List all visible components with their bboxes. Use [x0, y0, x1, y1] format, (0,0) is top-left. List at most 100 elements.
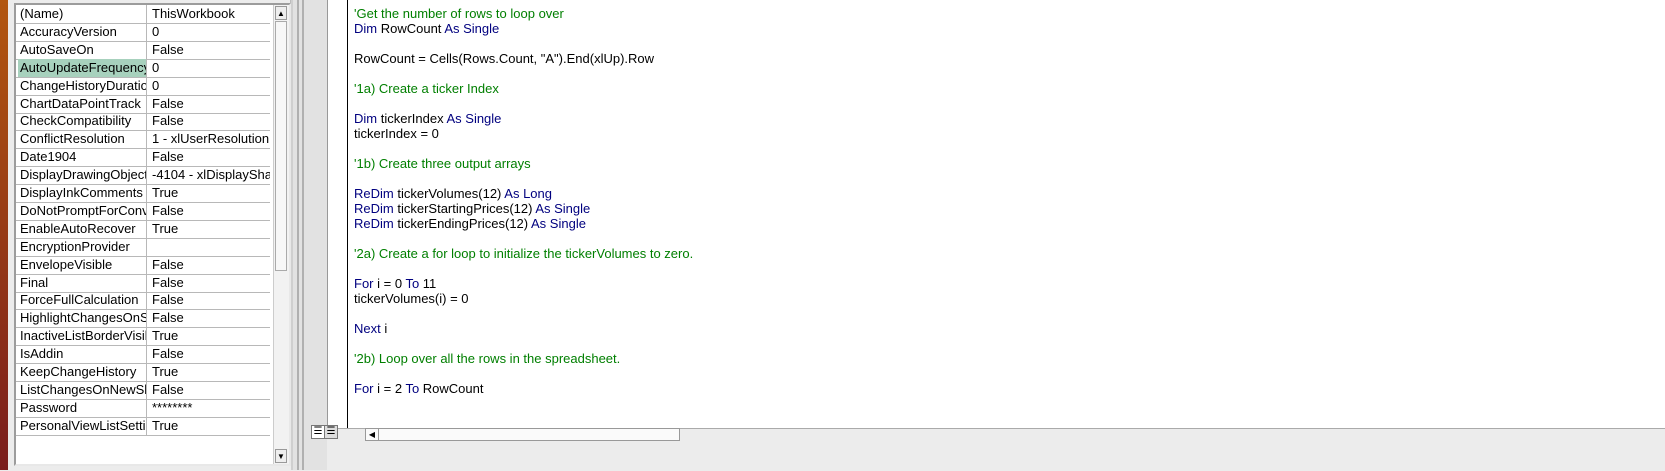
code-line[interactable]: For i = 2 To RowCount — [354, 381, 693, 396]
property-value[interactable]: False — [148, 345, 270, 363]
code-line[interactable] — [354, 66, 693, 81]
property-name[interactable]: ListChangesOnNewSheet — [18, 380, 147, 399]
property-value[interactable]: 1 - xlUserResolution — [148, 130, 270, 148]
scroll-left-arrow-icon[interactable]: ◀ — [366, 429, 379, 440]
property-value[interactable]: False — [148, 274, 270, 292]
code-line[interactable] — [354, 261, 693, 276]
property-row[interactable]: EnvelopeVisible False — [16, 255, 270, 275]
property-name[interactable]: ForceFullCalculation — [18, 291, 147, 310]
code-line[interactable]: ReDim tickerStartingPrices(12) As Single — [354, 201, 693, 216]
code-line[interactable] — [354, 36, 693, 51]
code-editor[interactable]: 'Get the number of rows to loop over Dim … — [327, 0, 1665, 428]
code-line[interactable]: For i = 0 To 11 — [354, 276, 693, 291]
code-text[interactable]: 'Get the number of rows to loop over Dim … — [354, 6, 693, 396]
property-name[interactable]: CheckCompatibility — [18, 112, 147, 131]
property-value[interactable]: True — [148, 220, 270, 238]
property-row[interactable]: EnableAutoRecover True — [16, 219, 270, 239]
property-row[interactable]: ChangeHistoryDuration 0 — [16, 76, 270, 96]
property-row[interactable]: Final False — [16, 273, 270, 293]
code-line[interactable]: '2b) Loop over all the rows in the sprea… — [354, 351, 693, 366]
property-name[interactable]: DisplayDrawingObjects — [18, 166, 147, 185]
property-value[interactable]: False — [148, 309, 270, 327]
code-line[interactable] — [354, 366, 693, 381]
property-name[interactable]: AutoSaveOn — [18, 40, 147, 59]
property-row[interactable]: PersonalViewListSettingsTrue — [16, 416, 270, 436]
property-name[interactable]: HighlightChangesOnScreen — [18, 309, 147, 328]
property-name[interactable]: AutoUpdateFrequency — [18, 58, 147, 77]
full-module-view-icon[interactable]: ☰ — [324, 425, 338, 439]
property-row[interactable]: ForceFullCalculation False — [16, 291, 270, 311]
property-value[interactable]: False — [148, 256, 270, 274]
horizontal-scrollbar[interactable]: ◀ — [365, 428, 680, 441]
property-value[interactable]: False — [148, 41, 270, 59]
margin-indicator-bar[interactable] — [328, 0, 348, 428]
property-value[interactable] — [148, 238, 270, 256]
property-row[interactable]: (Name) ThisWorkbook — [16, 5, 270, 24]
code-line[interactable]: tickerVolumes(i) = 0 — [354, 291, 693, 306]
scroll-thumb[interactable] — [275, 21, 287, 271]
property-value[interactable]: False — [148, 202, 270, 220]
code-line[interactable]: Dim tickerIndex As Single — [354, 111, 693, 126]
property-value[interactable]: False — [148, 148, 270, 166]
property-name[interactable]: ChangeHistoryDuration — [18, 76, 147, 95]
property-row[interactable]: AutoSaveOn False — [16, 40, 270, 60]
property-value[interactable]: False — [148, 112, 270, 130]
scroll-down-arrow-icon[interactable]: ▼ — [275, 449, 287, 463]
code-line[interactable]: Dim RowCount As Single — [354, 21, 693, 36]
code-line[interactable] — [354, 141, 693, 156]
code-line[interactable]: 'Get the number of rows to loop over — [354, 6, 693, 21]
code-line[interactable] — [354, 306, 693, 321]
property-name[interactable]: (Name) — [18, 5, 147, 23]
property-value[interactable]: True — [148, 417, 270, 435]
code-line[interactable]: tickerIndex = 0 — [354, 126, 693, 141]
property-value[interactable]: ThisWorkbook — [148, 5, 270, 23]
property-value[interactable]: 0 — [148, 23, 270, 41]
code-line[interactable]: Next i — [354, 321, 693, 336]
property-name[interactable]: Final — [18, 273, 147, 292]
property-name[interactable]: KeepChangeHistory — [18, 363, 147, 381]
property-row[interactable]: HighlightChangesOnScreenFalse — [16, 309, 270, 329]
property-value[interactable]: ******** — [148, 399, 270, 417]
scroll-up-arrow-icon[interactable]: ▲ — [275, 6, 287, 20]
property-row[interactable]: AccuracyVersion 0 — [16, 22, 270, 42]
property-row[interactable]: EncryptionProvider — [16, 237, 270, 257]
property-value[interactable]: 0 — [148, 59, 270, 77]
code-line[interactable] — [354, 96, 693, 111]
property-name[interactable]: EnvelopeVisible — [18, 255, 147, 274]
code-line[interactable]: ReDim tickerEndingPrices(12) As Single — [354, 216, 693, 231]
property-row[interactable]: InactiveListBorderVisibleTrue — [16, 327, 270, 347]
property-name[interactable]: Date1904 — [18, 148, 147, 167]
property-name[interactable]: EnableAutoRecover — [18, 219, 147, 238]
property-value[interactable]: False — [148, 381, 270, 399]
property-name[interactable]: DoNotPromptForConvert — [18, 201, 147, 220]
property-value[interactable]: -4104 - xlDisplayShapes — [148, 166, 270, 184]
property-row[interactable]: Password ******** — [16, 398, 270, 418]
procedure-view-icon[interactable]: ☰ — [311, 425, 325, 439]
property-value[interactable]: 0 — [148, 77, 270, 95]
property-row[interactable]: IsAddin False — [16, 345, 270, 365]
pane-splitter[interactable] — [291, 0, 329, 470]
property-row[interactable]: DoNotPromptForConvertFalse — [16, 201, 270, 221]
code-line[interactable]: '1b) Create three output arrays — [354, 156, 693, 171]
property-name[interactable]: IsAddin — [18, 345, 147, 364]
property-name[interactable]: EncryptionProvider — [18, 237, 147, 256]
property-name[interactable]: PersonalViewListSettings — [18, 416, 147, 435]
property-row[interactable]: AutoUpdateFrequency 0 — [16, 58, 270, 78]
code-line[interactable] — [354, 171, 693, 186]
property-row[interactable]: ChartDataPointTrack False — [16, 94, 270, 114]
property-value[interactable]: True — [148, 363, 270, 381]
property-name[interactable]: ConflictResolution — [18, 130, 147, 149]
property-value[interactable]: True — [148, 327, 270, 345]
property-row[interactable]: Date1904 False — [16, 148, 270, 168]
property-name[interactable]: InactiveListBorderVisible — [18, 327, 147, 346]
property-row[interactable]: CheckCompatibility False — [16, 112, 270, 132]
property-row[interactable]: KeepChangeHistory True — [16, 363, 270, 382]
code-line[interactable]: '1a) Create a ticker Index — [354, 81, 693, 96]
code-line[interactable]: RowCount = Cells(Rows.Count, "A").End(xl… — [354, 51, 693, 66]
property-value[interactable]: False — [148, 291, 270, 309]
properties-scrollbar[interactable]: ▲ ▼ — [273, 5, 289, 464]
property-row[interactable]: ConflictResolution 1 - xlUserResolution — [16, 130, 270, 150]
property-value[interactable]: True — [148, 184, 270, 202]
property-name[interactable]: AccuracyVersion — [18, 22, 147, 41]
code-line[interactable] — [354, 336, 693, 351]
